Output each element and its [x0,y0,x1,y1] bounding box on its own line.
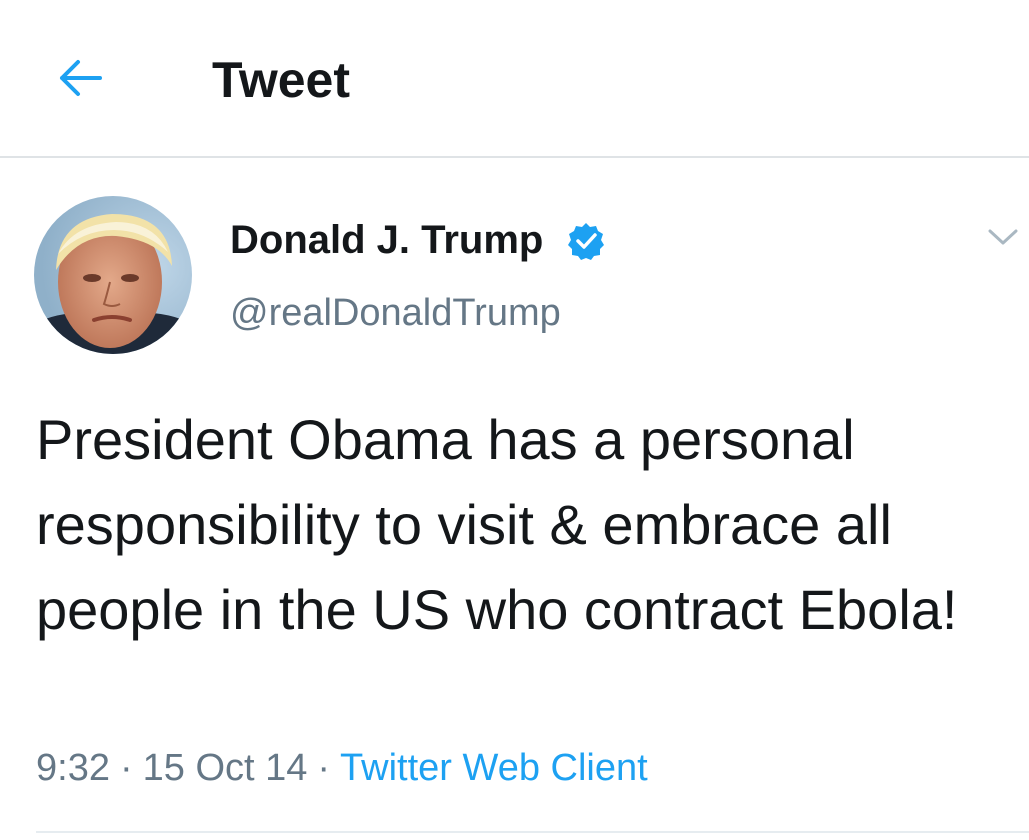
tweet-text: President Obama has a personal responsib… [36,408,958,641]
arrow-left-icon [60,60,102,96]
separator: · [119,747,133,789]
avatar[interactable] [34,196,192,354]
profile-photo [34,196,192,354]
tweet-source-link[interactable]: Twitter Web Client [340,747,648,789]
divider [36,831,1029,833]
page-title: Tweet [212,52,350,108]
tweet-date: 15 Oct 14 [142,747,308,789]
author-display-name[interactable]: Donald J. Trump [230,216,543,264]
top-bar: Tweet [0,0,1029,158]
tweet-metadata: 9:32 · 15 Oct 14 · Twitter Web Client [36,744,648,792]
back-button[interactable] [52,52,108,104]
verified-badge-icon [568,223,604,260]
tweet-time: 9:32 [36,747,110,789]
chevron-down-icon[interactable] [986,224,1020,250]
author-handle[interactable]: @realDonaldTrump [230,290,561,336]
separator: · [317,747,331,789]
